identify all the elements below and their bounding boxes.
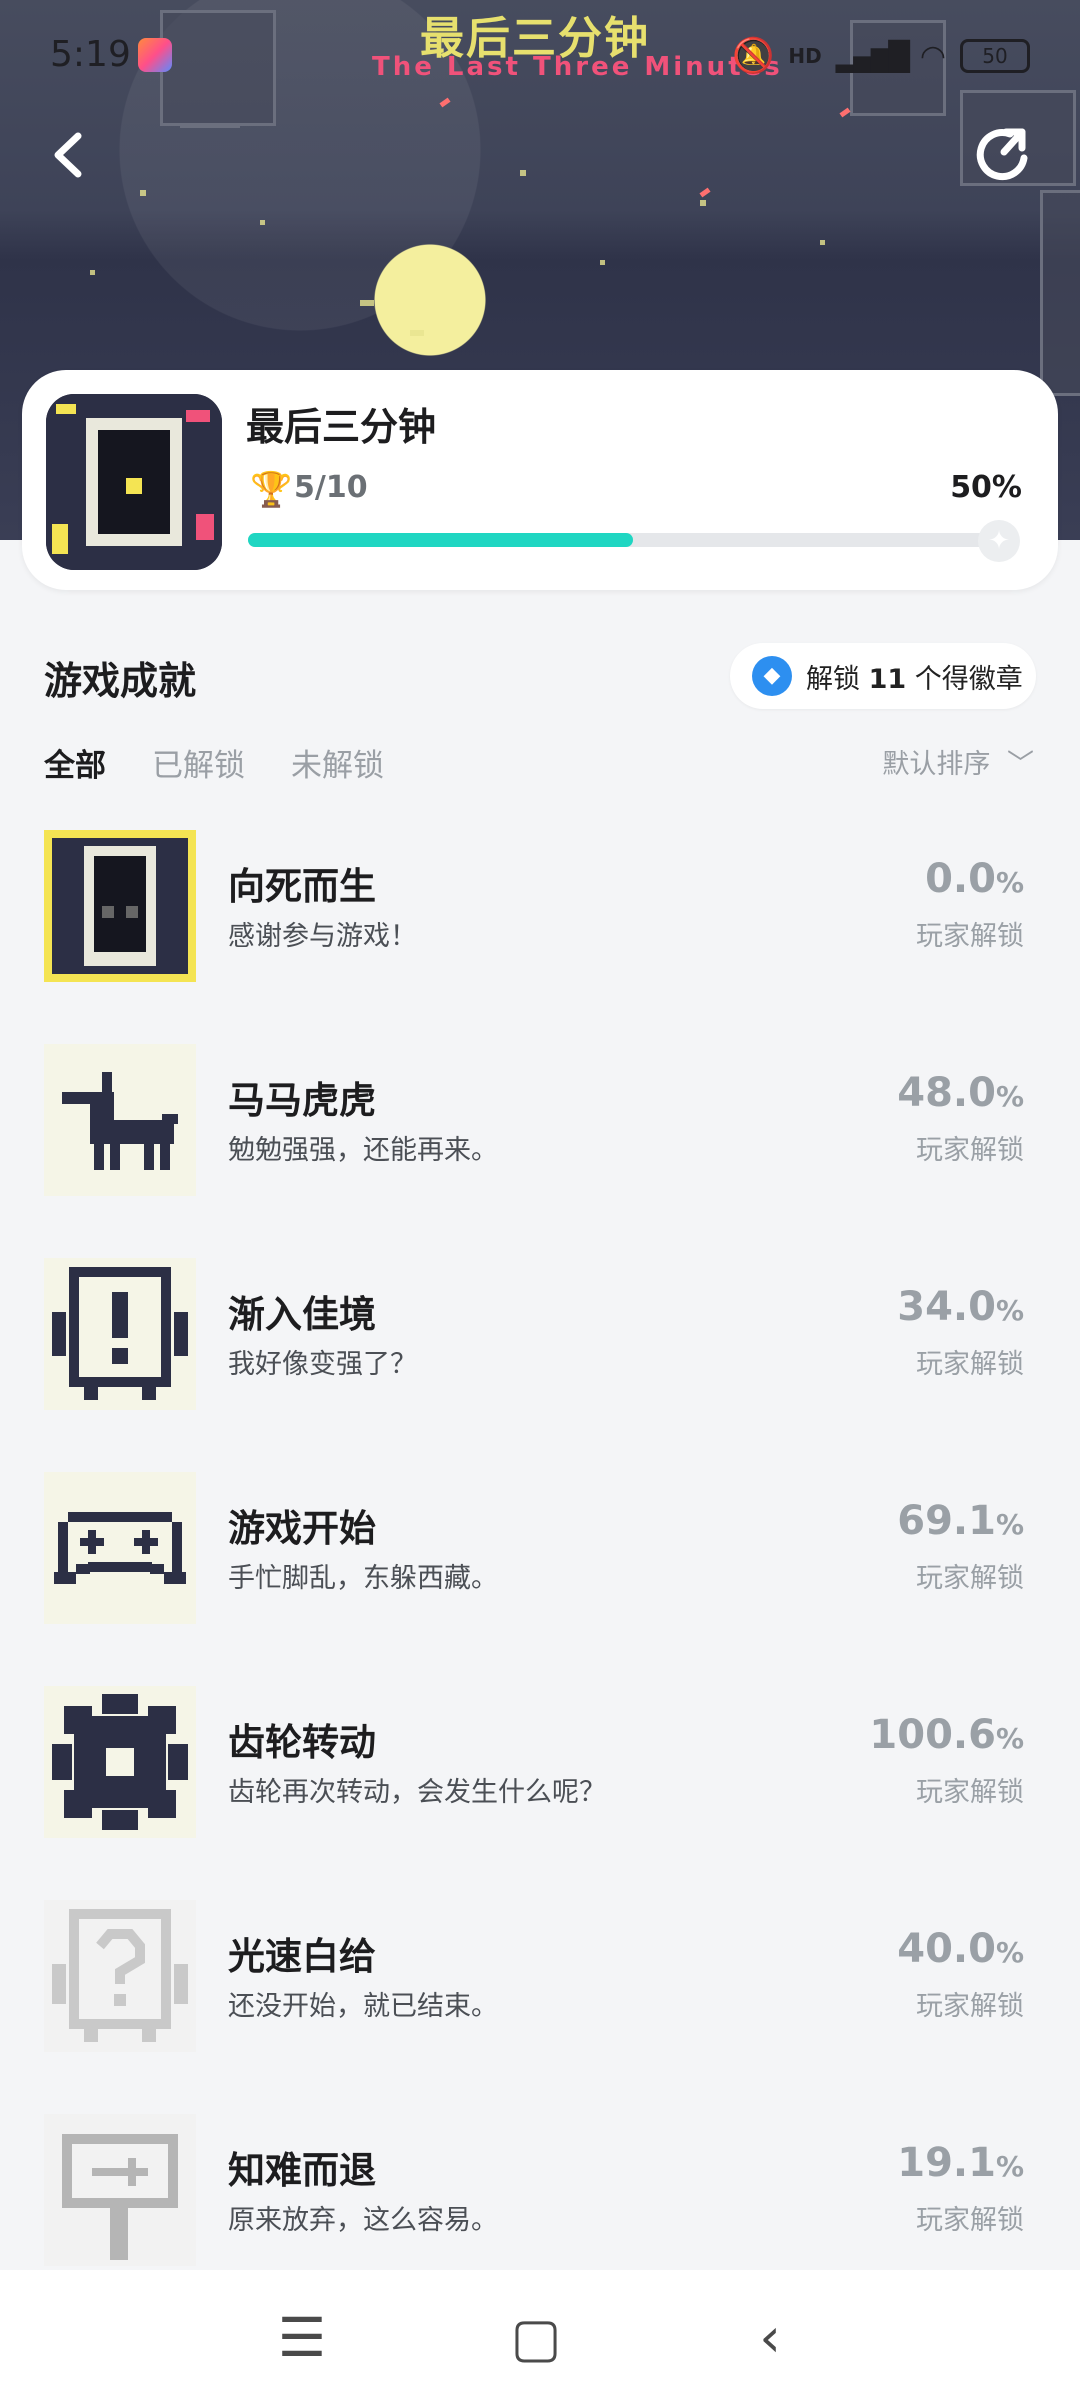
signal-icon: ▂▄▆█ <box>835 39 910 73</box>
robot-face-icon <box>44 830 196 982</box>
unlock-rate-label: 玩家解锁 <box>916 1777 1024 1808</box>
achievement-row[interactable]: 渐入佳境 我好像变强了？ 34.0% 玩家解锁 <box>0 1258 1080 1472</box>
sign-icon <box>44 2114 196 2266</box>
achievement-title: 光速白给 <box>228 1935 376 1978</box>
home-square-icon[interactable]: ▢ <box>496 2306 576 2369</box>
achievement-desc: 我好像变强了？ <box>228 1349 417 1380</box>
question-robot-icon <box>44 1900 196 2052</box>
network-label: HD <box>788 44 822 68</box>
sort-dropdown[interactable]: 默认排序 ﹀ <box>882 742 1034 781</box>
progress-bar <box>248 533 1018 547</box>
progress-end-icon: ✦ <box>978 520 1020 562</box>
unlock-rate: 69.1% <box>897 1498 1024 1544</box>
achievement-count: 5/10 <box>294 470 368 505</box>
unlock-rate-label: 玩家解锁 <box>916 1563 1024 1594</box>
achievement-title: 渐入佳境 <box>228 1293 376 1336</box>
achievement-desc: 还没开始，就已结束。 <box>228 1991 498 2022</box>
mute-bell-icon: 🔕 <box>731 36 775 76</box>
system-nav-bar: ☰ ▢ ‹ <box>0 2270 1080 2400</box>
achievement-title: 游戏开始 <box>228 1507 376 1550</box>
progress-fill <box>248 533 633 547</box>
game-app-notification-icon <box>138 38 172 72</box>
achievement-row[interactable]: 游戏开始 手忙脚乱，东躲西藏。 69.1% 玩家解锁 <box>0 1472 1080 1686</box>
unlock-rate: 19.1% <box>897 2140 1024 2186</box>
achievement-row[interactable]: 向死而生 感谢参与游戏！ 0.0% 玩家解锁 <box>0 830 1080 1044</box>
trophy-icon: 🏆 <box>250 470 293 510</box>
exclamation-robot-icon <box>44 1258 196 1410</box>
tab-locked[interactable]: 未解锁 <box>291 740 384 785</box>
completion-percent: 50% <box>950 470 1022 505</box>
unlock-rate-label: 玩家解锁 <box>916 2205 1024 2236</box>
achievement-title: 知难而退 <box>228 2149 376 2192</box>
badge-text: 解锁 11 个得徽章 <box>806 663 1023 695</box>
achievement-title: 马马虎虎 <box>228 1079 376 1122</box>
chevron-down-icon: ﹀ <box>1007 749 1034 780</box>
back-nav-icon[interactable]: ‹ <box>730 2306 810 2369</box>
achievement-title: 向死而生 <box>228 865 376 908</box>
game-name: 最后三分钟 <box>246 405 437 449</box>
status-bar: 5:19 🔕 HD ▂▄▆█ ◠ 50 <box>0 0 1080 110</box>
achievement-row[interactable]: 齿轮转动 齿轮再次转动，会发生什么呢？ 100.6% 玩家解锁 <box>0 1686 1080 1900</box>
achievement-desc: 齿轮再次转动，会发生什么呢？ <box>228 1777 606 1808</box>
gear-icon <box>44 1686 196 1838</box>
menu-icon[interactable]: ☰ <box>262 2306 342 2369</box>
tab-unlocked[interactable]: 已解锁 <box>152 740 245 785</box>
achievement-desc: 感谢参与游戏！ <box>228 921 417 952</box>
game-summary-card[interactable]: 最后三分钟 🏆 5/10 50% ✦ <box>22 370 1058 590</box>
achievement-desc: 手忙脚乱，东躲西藏。 <box>228 1563 498 1594</box>
status-time: 5:19 <box>50 34 131 75</box>
badge-unlock-pill[interactable]: ◆ 解锁 11 个得徽章 <box>730 643 1036 709</box>
unlock-rate: 48.0% <box>897 1070 1024 1116</box>
unlock-rate: 100.6% <box>869 1712 1024 1758</box>
tab-all[interactable]: 全部 <box>44 740 106 785</box>
achievement-row[interactable]: 马马虎虎 勉勉强强，还能再来。 48.0% 玩家解锁 <box>0 1044 1080 1258</box>
gamepad-icon <box>44 1472 196 1624</box>
unlock-rate-label: 玩家解锁 <box>916 921 1024 952</box>
achievement-row[interactable]: 光速白给 还没开始，就已结束。 40.0% 玩家解锁 <box>0 1900 1080 2114</box>
unlock-rate-label: 玩家解锁 <box>916 1349 1024 1380</box>
horse-icon <box>44 1044 196 1196</box>
sort-label: 默认排序 <box>882 749 991 780</box>
unlock-rate: 0.0% <box>925 856 1024 902</box>
badge-icon: ◆ <box>752 656 792 696</box>
achievement-desc: 原来放弃，这么容易。 <box>228 2205 498 2236</box>
unlock-rate-label: 玩家解锁 <box>916 1135 1024 1166</box>
achievement-list: 向死而生 感谢参与游戏！ 0.0% 玩家解锁 马马虎虎 勉勉强强，还能再来。 4… <box>0 830 1080 2328</box>
wifi-icon: ◠ <box>919 38 946 74</box>
achievement-desc: 勉勉强强，还能再来。 <box>228 1135 498 1166</box>
share-icon[interactable] <box>970 120 1040 190</box>
unlock-rate: 34.0% <box>897 1284 1024 1330</box>
section-title: 游戏成就 <box>44 659 197 703</box>
filter-tabs: 全部 已解锁 未解锁 <box>44 740 384 785</box>
battery-icon: 50 <box>960 39 1030 73</box>
game-thumbnail <box>46 394 222 570</box>
achievement-title: 齿轮转动 <box>228 1721 376 1764</box>
back-arrow-icon[interactable] <box>34 120 104 190</box>
unlock-rate-label: 玩家解锁 <box>916 1991 1024 2022</box>
unlock-rate: 40.0% <box>897 1926 1024 1972</box>
